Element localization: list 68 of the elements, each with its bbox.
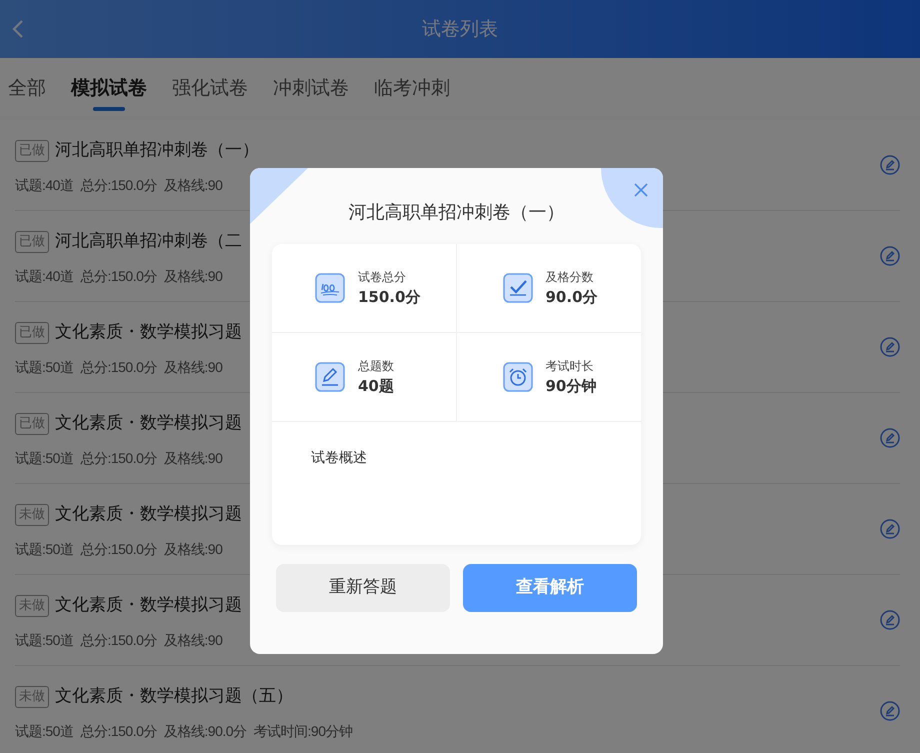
- paper-info: 总分:150.0分: [80, 358, 157, 378]
- paper-title[interactable]: 文化素质・数学模拟习题: [55, 320, 242, 346]
- status-tag: 已做: [15, 322, 49, 344]
- paper-info: 考试时间:90分钟: [254, 722, 353, 742]
- paper-info: 总分:150.0分: [80, 540, 157, 560]
- alarm-clock-icon: [502, 362, 532, 392]
- stat-value: 90.0分: [546, 287, 598, 308]
- paper-info: 试题:40道: [15, 267, 74, 286]
- paper-info: 及格线:90: [164, 358, 222, 378]
- stat-value: 90分钟: [546, 376, 596, 397]
- stat-label: 试卷总分: [358, 269, 407, 286]
- paper-info: 总分:150.0分: [80, 722, 157, 742]
- paper-info: 及格线:90: [164, 267, 222, 286]
- paper-info: 总分:150.0分: [80, 267, 157, 286]
- edit-icon[interactable]: [880, 155, 900, 175]
- overview-label: 试卷概述: [311, 449, 368, 468]
- paper-info: 试题:50道: [15, 722, 74, 742]
- paper-info: 及格线:90: [164, 449, 222, 468]
- status-tag: 未做: [15, 594, 49, 616]
- paper-title[interactable]: 文化素质・数学模拟习题: [55, 410, 242, 436]
- paper-title[interactable]: 文化素质・数学模拟习题: [55, 592, 242, 618]
- paper-info: 及格线:90: [164, 176, 222, 196]
- paper-info: 试题:50道: [15, 631, 74, 650]
- tab[interactable]: 临考冲刺: [371, 74, 453, 111]
- edit-icon[interactable]: [880, 701, 900, 721]
- close-icon: [634, 183, 648, 197]
- pencil-icon: [315, 362, 345, 392]
- stat-label: 及格分数: [546, 269, 594, 286]
- edit-icon[interactable]: [880, 337, 900, 357]
- paper-info: 及格线:90: [164, 540, 222, 560]
- paper-title[interactable]: 文化素质・数学模拟习题: [55, 502, 242, 528]
- paper-info: 总分:150.0分: [80, 631, 157, 650]
- status-tag: 已做: [15, 412, 49, 434]
- edit-icon[interactable]: [880, 519, 900, 539]
- status-tag: 已做: [15, 140, 49, 162]
- edit-icon[interactable]: [880, 246, 900, 266]
- edit-icon[interactable]: [880, 428, 900, 448]
- paper-info: 试题:40道: [15, 176, 74, 196]
- tab[interactable]: 模拟试卷: [68, 74, 150, 111]
- tab[interactable]: 冲刺试卷: [270, 74, 352, 111]
- status-tag: 未做: [15, 504, 49, 526]
- paper-info: 总分:150.0分: [80, 176, 157, 196]
- stat-label: 考试时长: [546, 358, 594, 375]
- corner-decoration: [250, 168, 308, 224]
- paper-title[interactable]: 文化素质・数学模拟习题（五）: [55, 684, 293, 710]
- paper-title[interactable]: 河北高职单招冲刺卷（一）: [55, 138, 259, 164]
- status-tag: 已做: [15, 230, 49, 252]
- checkmark-icon: [502, 273, 532, 303]
- stat-value: 150.0分: [358, 287, 420, 308]
- tab[interactable]: 强化试卷: [169, 74, 251, 111]
- paper-title[interactable]: 河北高职单招冲刺卷（二: [55, 228, 242, 254]
- paper-info: 及格线:90: [164, 631, 222, 650]
- paper-info: 及格线:90.0分: [164, 722, 247, 742]
- paper-info: 总分:150.0分: [80, 449, 157, 468]
- stat-label: 总题数: [358, 358, 394, 375]
- score-icon: [315, 273, 345, 303]
- stat-value: 40题: [358, 376, 394, 397]
- paper-info: 试题:50道: [15, 449, 74, 468]
- status-tag: 未做: [15, 686, 49, 708]
- retry-button[interactable]: 重新答题: [276, 564, 450, 612]
- back-icon[interactable]: [11, 19, 25, 39]
- paper-info: 试题:50道: [15, 358, 74, 378]
- dialog-title: 河北高职单招冲刺卷（一）: [348, 201, 564, 225]
- view-analysis-button[interactable]: 查看解析: [463, 564, 637, 612]
- tab[interactable]: 全部: [5, 74, 49, 111]
- paper-info: 试题:50道: [15, 540, 74, 560]
- page-title: 试卷列表: [422, 16, 498, 42]
- edit-icon[interactable]: [880, 610, 900, 630]
